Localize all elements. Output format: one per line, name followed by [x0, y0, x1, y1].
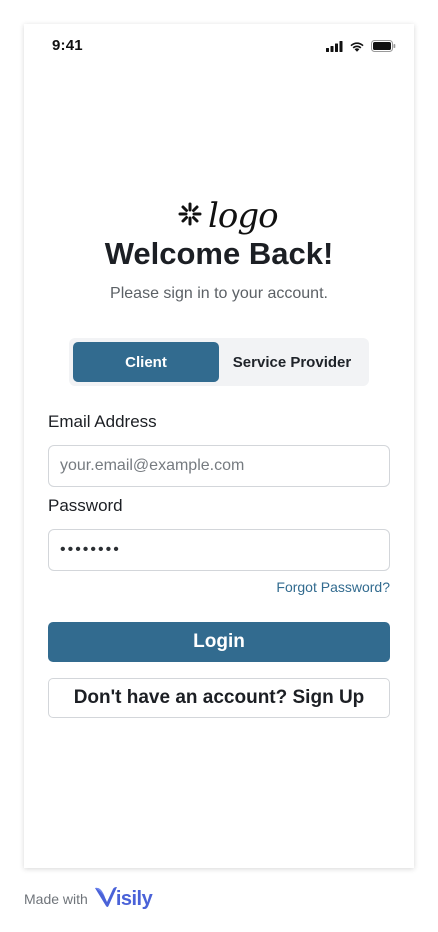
role-toggle: Client Service Provider	[69, 338, 369, 386]
asterisk-spark-icon	[176, 200, 204, 233]
brand-text: isily	[115, 887, 153, 910]
password-label: Password	[48, 496, 123, 515]
battery-icon	[371, 39, 396, 57]
brand-logo[interactable]: isily	[94, 885, 153, 914]
phone-frame: 9:41 logo Welcome Back! Please sign in t…	[24, 24, 414, 868]
login-button[interactable]: Login	[48, 622, 390, 662]
made-with-footer: Made with isily	[24, 884, 153, 914]
forgot-password-link[interactable]: Forgot Password?	[276, 579, 390, 595]
made-with-text: Made with	[24, 891, 88, 907]
email-label: Email Address	[48, 412, 157, 431]
logo: logo	[176, 194, 279, 238]
logo-text: logo	[208, 196, 279, 236]
status-time: 9:41	[52, 37, 83, 54]
wifi-icon	[349, 39, 365, 57]
tab-service-provider[interactable]: Service Provider	[219, 342, 365, 382]
password-field[interactable]	[48, 529, 390, 571]
status-icons	[326, 39, 396, 57]
page-title: Welcome Back!	[104, 236, 334, 271]
cellular-signal-icon	[326, 39, 343, 57]
page-subtitle: Please sign in to your account.	[110, 285, 328, 302]
tab-client[interactable]: Client	[73, 342, 219, 382]
email-field[interactable]	[48, 445, 390, 487]
signup-button[interactable]: Don't have an account? Sign Up	[48, 678, 390, 718]
status-bar: 9:41	[24, 24, 414, 68]
